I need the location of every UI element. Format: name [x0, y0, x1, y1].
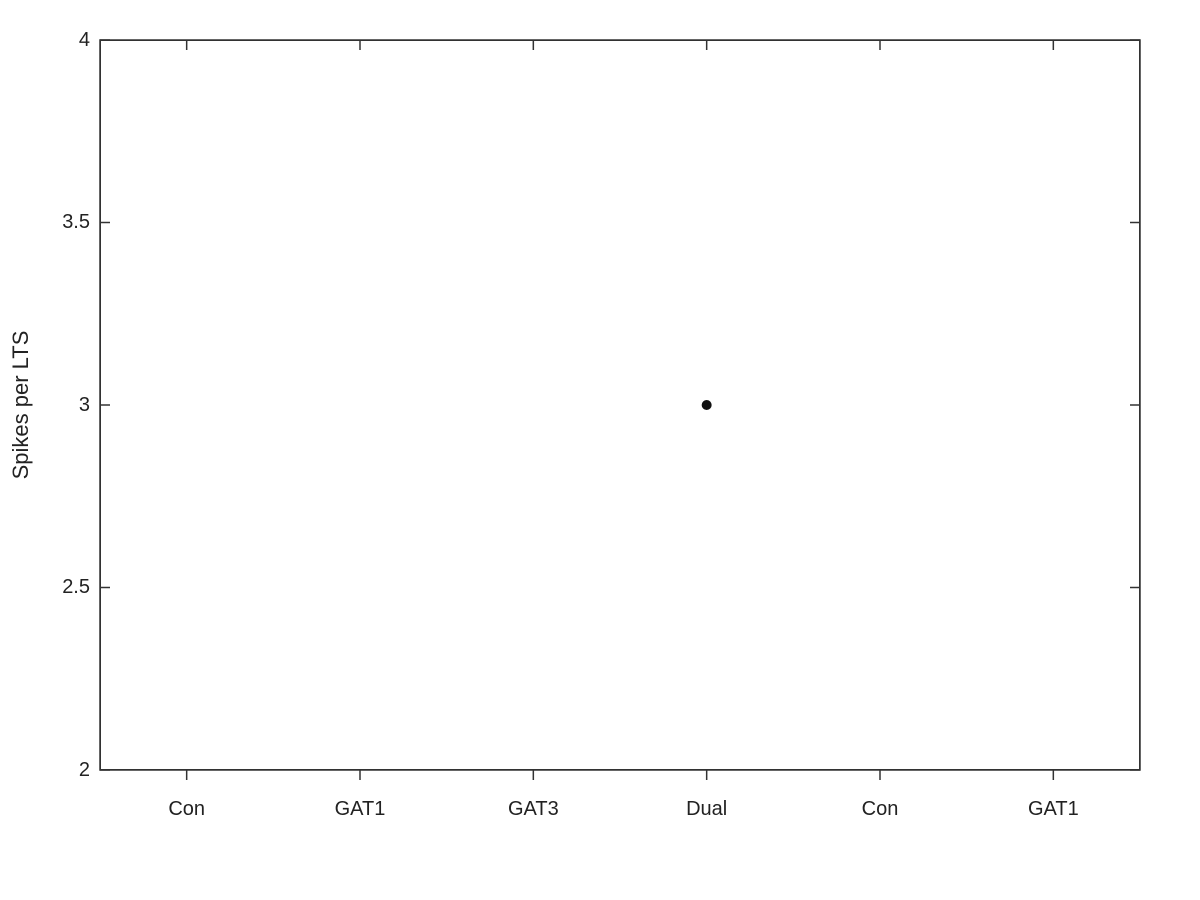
chart-plot-area [100, 40, 1140, 770]
chart-container [0, 0, 1200, 900]
